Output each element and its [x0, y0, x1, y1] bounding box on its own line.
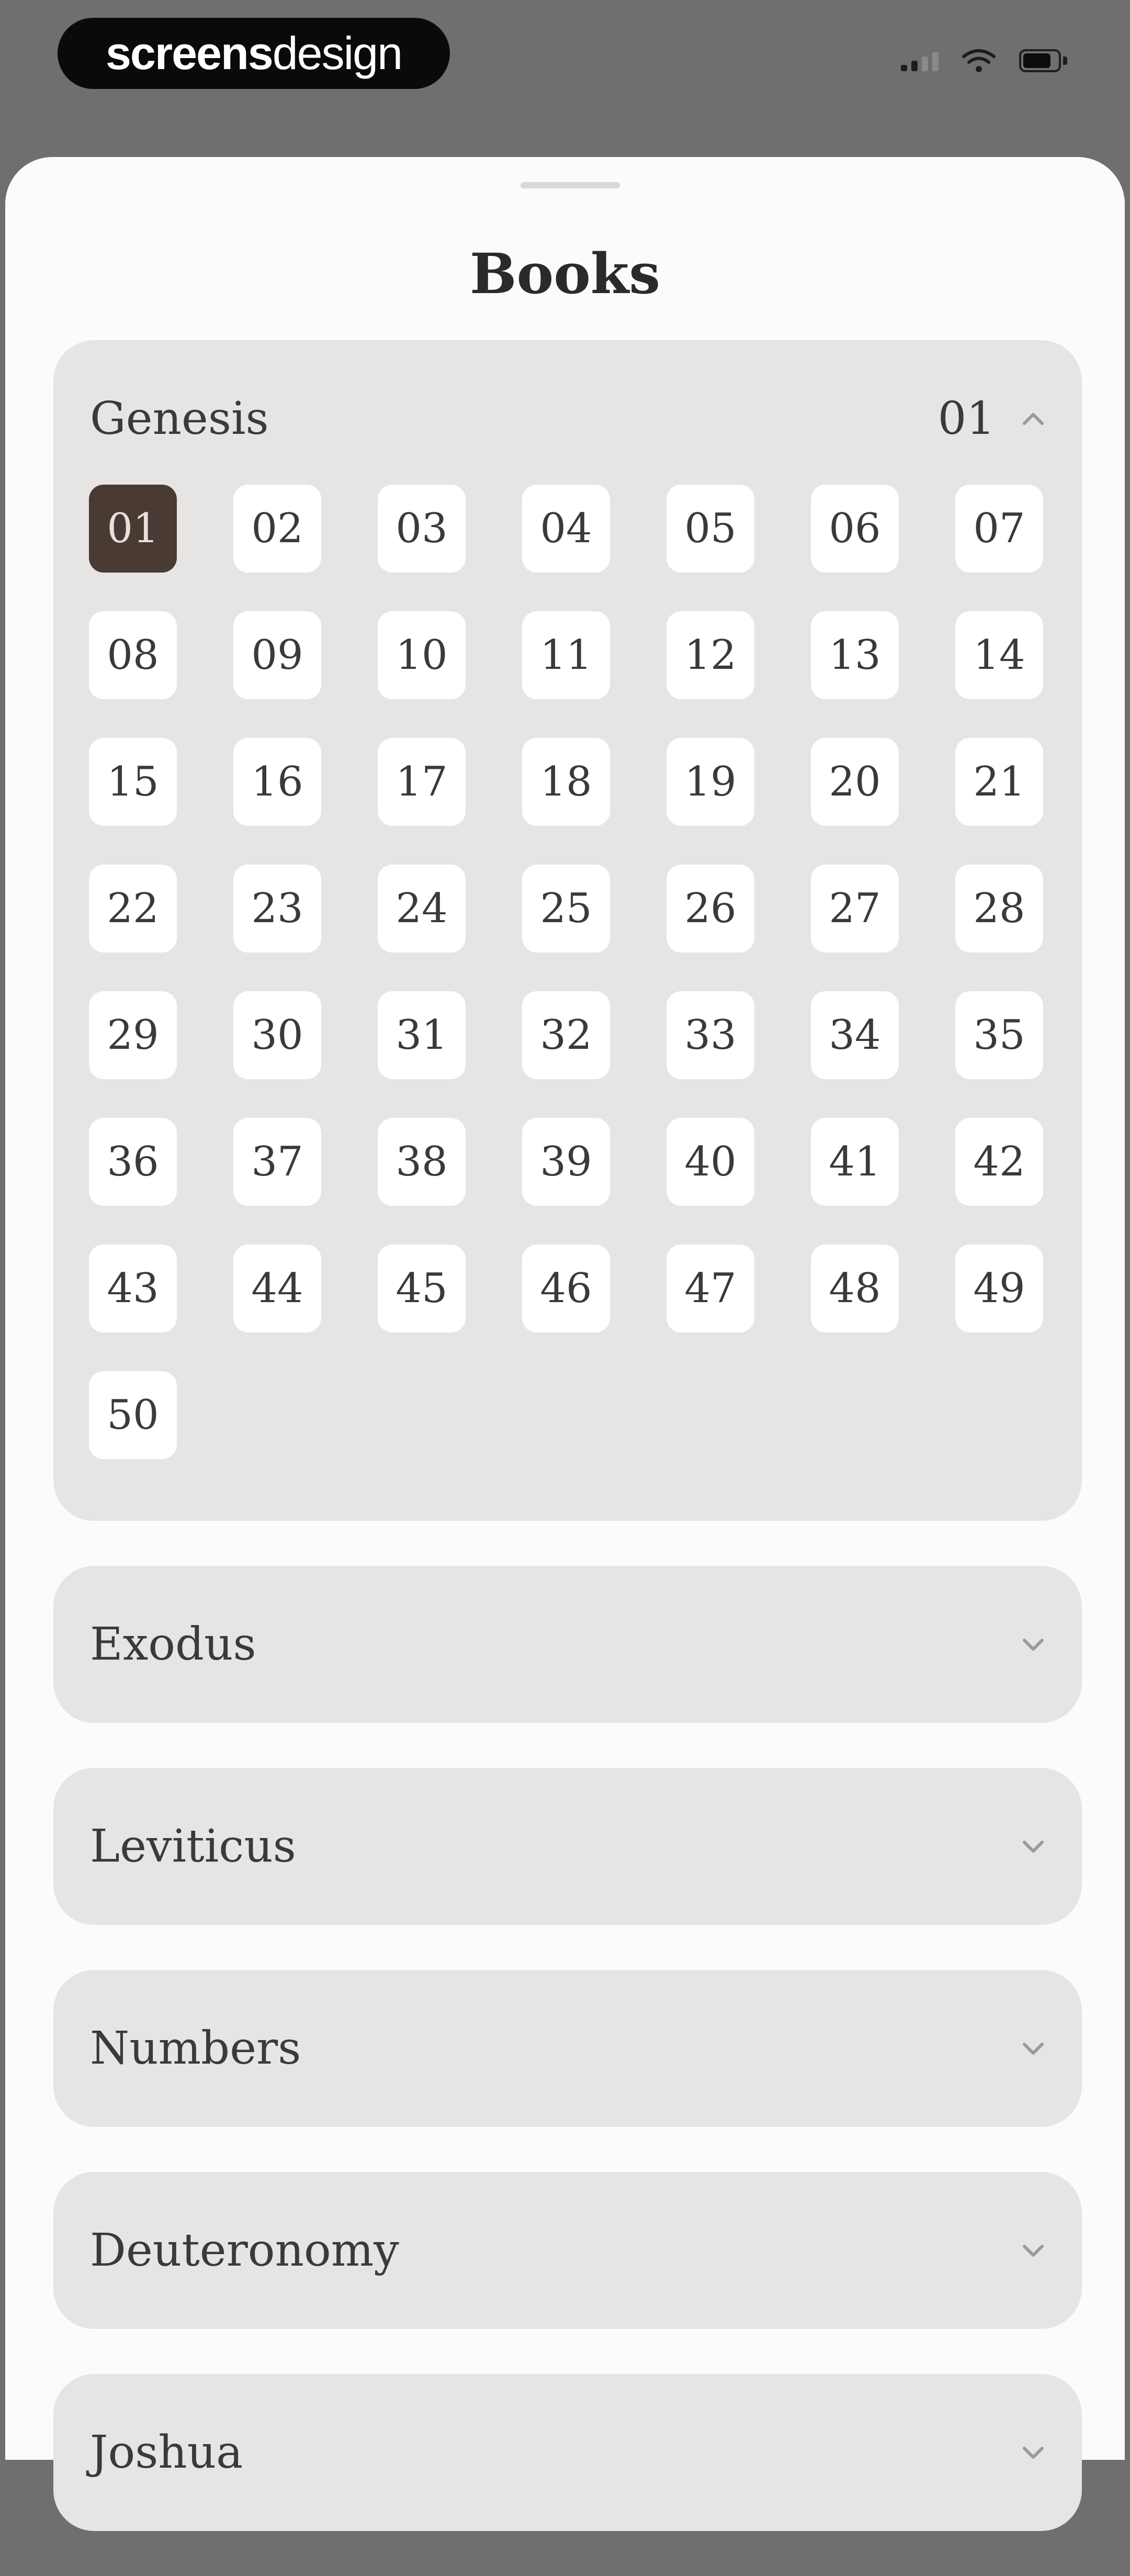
chapter-button[interactable]: 18: [522, 738, 610, 826]
chapter-button[interactable]: 04: [522, 485, 610, 573]
chapter-button[interactable]: 08: [89, 611, 177, 699]
sheet-title: Books: [469, 241, 661, 306]
chapter-button[interactable]: 45: [378, 1245, 466, 1332]
current-chapter: 01: [937, 393, 995, 445]
book-name: Numbers: [90, 2022, 301, 2075]
chapter-button[interactable]: 11: [522, 611, 610, 699]
book-numbers[interactable]: Numbers: [53, 1970, 1082, 2127]
chevron-down-icon[interactable]: [1020, 2035, 1046, 2062]
chapter-button[interactable]: 12: [666, 611, 754, 699]
book-deuteronomy[interactable]: Deuteronomy: [53, 2172, 1082, 2329]
book-header-deuteronomy[interactable]: Deuteronomy: [53, 2172, 1082, 2329]
books-list: Genesis 01 01 02 03 04 05 06 07 08 09 10 11 12 13 14 1…: [53, 340, 1082, 2576]
chapter-grid: 01 02 03 04 05 06 07 08 09 10 11 12 13 14 15 16 17 18 19 20…: [53, 485, 1082, 1521]
chapter-button[interactable]: 29: [89, 991, 177, 1079]
chapter-button[interactable]: 28: [955, 865, 1043, 953]
chapter-button[interactable]: 32: [522, 991, 610, 1079]
chapter-button[interactable]: 13: [811, 611, 899, 699]
chapter-button[interactable]: 39: [522, 1118, 610, 1206]
chapter-button[interactable]: 41: [811, 1118, 899, 1206]
chapter-button[interactable]: 35: [955, 991, 1043, 1079]
chapter-button[interactable]: 26: [666, 865, 754, 953]
chapter-button[interactable]: 20: [811, 738, 899, 826]
cellular-signal-icon: [901, 50, 939, 71]
chevron-up-icon[interactable]: [1020, 406, 1046, 432]
books-sheet: Books Genesis 01 01 02 03 04 05 06 07 08 09 10 11 1…: [5, 157, 1125, 2531]
status-bar: screens design: [0, 0, 1130, 152]
chevron-down-icon[interactable]: [1020, 2237, 1046, 2264]
battery-icon: [1019, 49, 1067, 72]
chapter-button[interactable]: 06: [811, 485, 899, 573]
book-joshua[interactable]: Joshua: [53, 2374, 1082, 2531]
chapter-button[interactable]: 01: [89, 485, 177, 573]
chevron-down-icon[interactable]: [1020, 1833, 1046, 1860]
chapter-button[interactable]: 46: [522, 1245, 610, 1332]
chapter-button[interactable]: 14: [955, 611, 1043, 699]
chapter-button[interactable]: 50: [89, 1371, 177, 1459]
chapter-button[interactable]: 31: [378, 991, 466, 1079]
chapter-button[interactable]: 40: [666, 1118, 754, 1206]
brand-logo-bold: screens: [105, 27, 274, 79]
chapter-button[interactable]: 09: [233, 611, 321, 699]
chapter-button[interactable]: 05: [666, 485, 754, 573]
chapter-button[interactable]: 47: [666, 1245, 754, 1332]
brand-logo-light: design: [272, 27, 403, 79]
book-genesis: Genesis 01 01 02 03 04 05 06 07 08 09 10 11 12 13 14 1…: [53, 340, 1082, 1521]
chapter-button[interactable]: 38: [378, 1118, 466, 1206]
chapter-button[interactable]: 21: [955, 738, 1043, 826]
chapter-button[interactable]: 30: [233, 991, 321, 1079]
chapter-button[interactable]: 48: [811, 1245, 899, 1332]
chapter-button[interactable]: 49: [955, 1245, 1043, 1332]
chapter-button[interactable]: 19: [666, 738, 754, 826]
chapter-button[interactable]: 24: [378, 865, 466, 953]
book-name: Exodus: [90, 1618, 256, 1671]
chapter-button[interactable]: 33: [666, 991, 754, 1079]
book-leviticus[interactable]: Leviticus: [53, 1768, 1082, 1925]
status-icons: [901, 48, 1067, 73]
chapter-button[interactable]: 27: [811, 865, 899, 953]
chapter-button[interactable]: 07: [955, 485, 1043, 573]
brand-logo: screens design: [58, 18, 450, 89]
chapter-button[interactable]: 43: [89, 1245, 177, 1332]
chapter-button[interactable]: 25: [522, 865, 610, 953]
book-name: Leviticus: [90, 1820, 296, 1873]
book-name: Deuteronomy: [90, 2224, 399, 2277]
book-exodus[interactable]: Exodus: [53, 1566, 1082, 1723]
chapter-button[interactable]: 37: [233, 1118, 321, 1206]
chapter-button[interactable]: 22: [89, 865, 177, 953]
chapter-button[interactable]: 36: [89, 1118, 177, 1206]
chapter-button[interactable]: 44: [233, 1245, 321, 1332]
book-header-genesis[interactable]: Genesis 01: [53, 340, 1082, 497]
sheet-grabber[interactable]: [521, 182, 620, 188]
chapter-button[interactable]: 17: [378, 738, 466, 826]
book-header-numbers[interactable]: Numbers: [53, 1970, 1082, 2127]
chapter-button[interactable]: 23: [233, 865, 321, 953]
book-header-leviticus[interactable]: Leviticus: [53, 1768, 1082, 1925]
chevron-down-icon[interactable]: [1020, 2439, 1046, 2466]
wifi-icon: [962, 49, 996, 72]
chapter-button[interactable]: 10: [378, 611, 466, 699]
chapter-button[interactable]: 03: [378, 485, 466, 573]
chapter-button[interactable]: 15: [89, 738, 177, 826]
chapter-button[interactable]: 02: [233, 485, 321, 573]
book-header-exodus[interactable]: Exodus: [53, 1566, 1082, 1723]
chapter-button[interactable]: 42: [955, 1118, 1043, 1206]
book-name: Joshua: [90, 2426, 243, 2479]
chapter-button[interactable]: 16: [233, 738, 321, 826]
book-header-joshua[interactable]: Joshua: [53, 2374, 1082, 2531]
chapter-button[interactable]: 34: [811, 991, 899, 1079]
book-name: Genesis: [90, 393, 269, 445]
chevron-down-icon[interactable]: [1020, 1631, 1046, 1657]
